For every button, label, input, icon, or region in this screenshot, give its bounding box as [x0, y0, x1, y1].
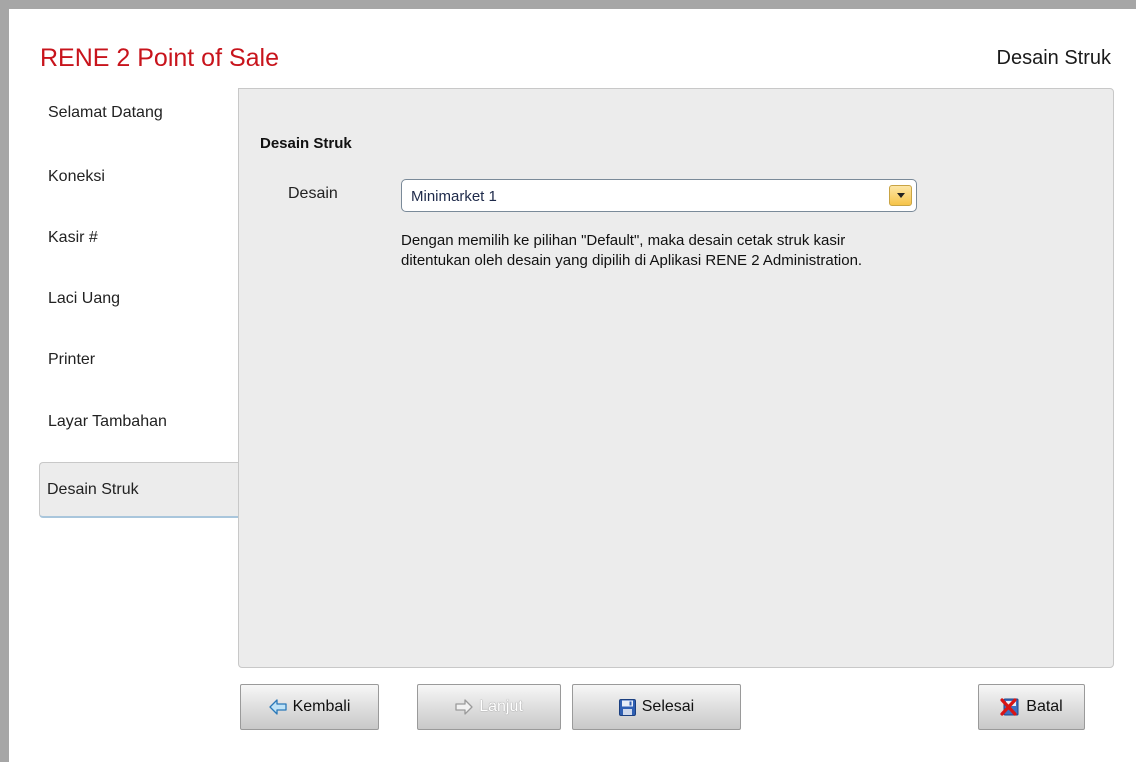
back-button-label: Kembali [292, 698, 351, 715]
sidebar-item-desain-struk[interactable]: Desain Struk [39, 462, 239, 518]
next-button[interactable]: Lanjut [417, 684, 561, 730]
sidebar-item-label: Laci Uang [48, 290, 121, 307]
arrow-left-icon [268, 699, 287, 715]
sidebar-item-selamat-datang[interactable]: Selamat Datang [40, 88, 238, 138]
section-title: Desain Struk [260, 135, 352, 152]
main-panel: Desain Struk Desain Minimarket 1 Dengan … [238, 88, 1114, 668]
cancel-button[interactable]: Batal [978, 684, 1085, 730]
cancel-button-label: Batal [1026, 698, 1063, 715]
sidebar-item-kasir[interactable]: Kasir # [40, 213, 238, 263]
next-button-label: Lanjut [479, 698, 523, 715]
sidebar-item-label: Layar Tambahan [48, 413, 167, 430]
help-text-line-1: Dengan memilih ke pilihan "Default", mak… [401, 232, 846, 249]
back-button[interactable]: Kembali [240, 684, 379, 730]
chevron-down-icon[interactable] [889, 185, 912, 206]
design-select[interactable]: Minimarket 1 [401, 179, 917, 212]
help-text: Dengan memilih ke pilihan "Default", mak… [401, 231, 1041, 271]
sidebar-item-koneksi[interactable]: Koneksi [40, 152, 238, 202]
help-text-line-2: ditentukan oleh desain yang dipilih di A… [401, 252, 863, 269]
floppy-disk-icon [618, 698, 636, 716]
page-heading: Desain Struk [996, 47, 1112, 69]
sidebar-item-label: Selamat Datang [48, 104, 163, 121]
sidebar-item-label: Kasir # [48, 229, 98, 246]
finish-button[interactable]: Selesai [572, 684, 741, 730]
sidebar-item-label: Desain Struk [47, 481, 139, 498]
red-x-icon [1000, 698, 1020, 716]
finish-button-label: Selesai [641, 698, 695, 715]
sidebar-item-label: Koneksi [48, 168, 105, 185]
design-select-value: Minimarket 1 [411, 188, 497, 205]
sidebar-item-printer[interactable]: Printer [40, 335, 238, 385]
arrow-right-icon [455, 699, 473, 715]
app-title: RENE 2 Point of Sale [40, 44, 280, 72]
sidebar-item-laci-uang[interactable]: Laci Uang [40, 274, 238, 324]
sidebar-item-layar-tambahan[interactable]: Layar Tambahan [40, 397, 238, 447]
design-label: Desain [288, 185, 338, 202]
sidebar-item-label: Printer [48, 351, 96, 368]
